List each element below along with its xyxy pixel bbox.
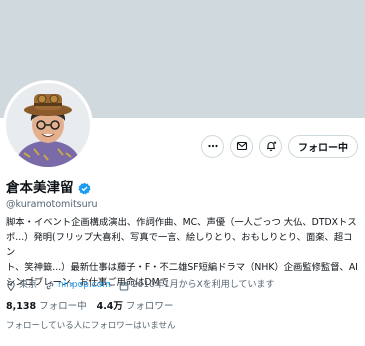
following-label: フォロー中 xyxy=(39,301,87,312)
bio-line: ポ...）発明(フリップ大喜利、写真で一言、絵しりとり、おもしりとり、面楽、超コ… xyxy=(6,232,353,258)
display-name: 倉本美津留 xyxy=(6,180,74,196)
following-stat[interactable]: 8,138 フォロー中 xyxy=(6,301,87,313)
handle: @kuramotomitsuru xyxy=(6,199,98,210)
profile-actions: フォロー中 xyxy=(201,134,358,158)
following-count: 8,138 xyxy=(6,301,37,312)
followers-label: フォロワー xyxy=(125,301,174,312)
more-icon xyxy=(207,144,218,148)
profile-meta: 東京 ninpop.com 2010年1月からXを利用しています xyxy=(6,280,361,291)
follow-stats: 8,138 フォロー中 4.4万 フォロワー xyxy=(6,301,173,313)
profile-page: フォロー中 倉本美津留 @kuramotomitsuru 脚本・イベント企画構成… xyxy=(0,0,365,346)
joined-text: 2010年1月からXを利用しています xyxy=(131,280,275,290)
followers-you-know: フォローしている人にフォロワーはいません xyxy=(6,321,176,331)
bio-line: 脚本・イベント企画構成演出、作詞作曲、MC、声優（一人ごっつ 大仏、DTDXトス xyxy=(6,217,357,228)
more-button[interactable] xyxy=(201,134,224,158)
following-button[interactable]: フォロー中 xyxy=(288,134,358,158)
link-icon xyxy=(46,282,54,289)
mail-icon xyxy=(236,141,247,151)
message-button[interactable] xyxy=(230,134,253,158)
bio: 脚本・イベント企画構成演出、作詞作曲、MC、声優（一人ごっつ 大仏、DTDXトス… xyxy=(6,215,360,290)
verified-icon[interactable] xyxy=(77,182,91,195)
location-text: 東京 xyxy=(19,280,38,290)
followers-stat[interactable]: 4.4万 フォロワー xyxy=(97,301,174,313)
joined-date: 2010年1月からXを利用しています xyxy=(119,280,275,291)
notifications-button[interactable] xyxy=(259,134,282,158)
avatar-image xyxy=(6,83,90,167)
location: 東京 xyxy=(6,280,37,291)
location-icon xyxy=(7,280,15,291)
website: ninpop.com xyxy=(45,280,111,291)
website-link[interactable]: ninpop.com xyxy=(58,280,111,291)
avatar[interactable] xyxy=(3,80,93,170)
calendar-icon xyxy=(119,281,129,290)
bio-line: ト、笑神籤...）最新仕事は藤子・F・不二雄SF短編ドラマ（NHK）企画監修監督… xyxy=(6,262,358,273)
name-row: 倉本美津留 xyxy=(6,180,91,197)
notify-icon xyxy=(266,141,276,151)
followers-count: 4.4万 xyxy=(96,301,123,312)
